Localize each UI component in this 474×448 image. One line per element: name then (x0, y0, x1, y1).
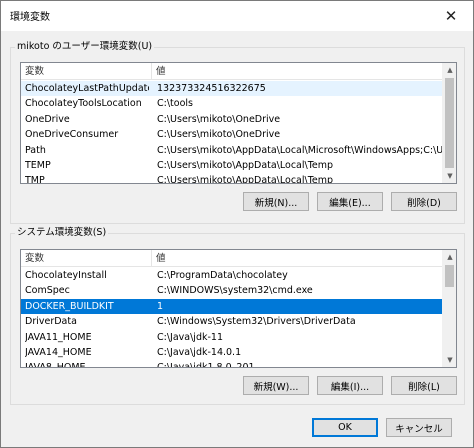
system-new-button[interactable]: 新規(W)... (243, 376, 309, 395)
scroll-up-icon[interactable]: ▲ (443, 63, 456, 77)
user-rows: ChocolateyLastPathUpdate 1323733245163226… (21, 81, 442, 184)
variable-value: 1 (157, 300, 164, 312)
table-row[interactable]: OneDrive C:\Users\mikoto\OneDrive (21, 112, 442, 127)
variable-name: OneDriveConsumer (25, 129, 119, 141)
table-row[interactable]: DOCKER_BUILDKIT 1 (21, 298, 442, 315)
system-delete-button[interactable]: 削除(L) (391, 376, 457, 395)
scrollbar-thumb[interactable] (445, 78, 454, 168)
table-row[interactable]: ComSpec C:\WINDOWS\system32\cmd.exe (21, 283, 442, 298)
vertical-scrollbar[interactable]: ▲ ▼ (442, 250, 456, 367)
variable-name: ChocolateyToolsLocation (25, 98, 142, 110)
variable-value: C:\WINDOWS\system32\cmd.exe (157, 285, 313, 297)
environment-variables-dialog: 環境変数 ✕ mikoto のユーザー環境変数(U) 変数 値 Chocolat… (0, 0, 474, 448)
variable-name: Path (25, 144, 46, 156)
variable-name: TMP (25, 175, 45, 184)
scroll-up-icon[interactable]: ▲ (443, 250, 456, 264)
table-row[interactable]: DriverData C:\Windows\System32\Drivers\Dr… (21, 314, 442, 329)
column-header-variable[interactable]: 変数 (21, 63, 152, 80)
variable-name: DOCKER_BUILDKIT (25, 300, 114, 312)
user-edit-button[interactable]: 編集(E)... (317, 192, 383, 211)
vertical-scrollbar[interactable]: ▲ ▼ (442, 63, 456, 183)
variable-name: JAVA11_HOME (25, 331, 92, 343)
variable-name: ComSpec (25, 285, 70, 297)
variable-value: C:\ProgramData\chocolatey (157, 270, 288, 281)
variable-name: OneDrive (25, 113, 70, 125)
table-row[interactable]: JAVA8_HOME C:\Java\jdk1.8.0_201 (21, 360, 442, 368)
variable-name: JAVA14_HOME (25, 346, 92, 358)
table-row[interactable]: TEMP C:\Users\mikoto\AppData\Local\Temp (21, 158, 442, 173)
variable-name: TEMP (25, 159, 51, 171)
system-edit-button[interactable]: 編集(I)... (317, 376, 383, 395)
column-header-value[interactable]: 値 (152, 250, 442, 267)
variable-value: C:\Users\mikoto\OneDrive (157, 129, 281, 141)
table-row[interactable]: TMP C:\Users\mikoto\AppData\Local\Temp (21, 173, 442, 184)
variable-value: C:\tools (157, 98, 193, 110)
variable-name: DriverData (25, 316, 77, 328)
variable-name: JAVA8_HOME (25, 362, 86, 368)
system-variables-label: システム環境変数(S) (15, 226, 109, 240)
title-bar[interactable]: 環境変数 ✕ (1, 1, 473, 31)
scroll-down-icon[interactable]: ▼ (443, 353, 456, 367)
table-row[interactable]: ChocolateyInstall C:\ProgramData\chocolat… (21, 268, 442, 283)
window-title: 環境変数 (10, 12, 50, 23)
table-row[interactable]: JAVA11_HOME C:\Java\jdk-11 (21, 330, 442, 345)
table-row[interactable]: Path C:\Users\mikoto\AppData\Local\Micros… (21, 143, 442, 158)
ok-button[interactable]: OK (312, 418, 378, 437)
table-row[interactable]: OneDriveConsumer C:\Users\mikoto\OneDrive (21, 127, 442, 142)
scrollbar-thumb[interactable] (445, 265, 454, 287)
list-header: 変数 値 (21, 250, 442, 267)
variable-value: C:\Java\jdk1.8.0_201 (157, 362, 255, 368)
table-row[interactable]: JAVA14_HOME C:\Java\jdk-14.0.1 (21, 345, 442, 360)
variable-value: C:\Java\jdk-11 (157, 331, 223, 343)
scroll-down-icon[interactable]: ▼ (443, 169, 456, 183)
table-row[interactable]: ChocolateyToolsLocation C:\tools (21, 96, 442, 111)
variable-value: C:\Users\mikoto\AppData\Local\Temp (157, 175, 334, 184)
variable-name: ChocolateyLastPathUpdate (25, 83, 149, 94)
variable-value: C:\Users\mikoto\OneDrive (157, 113, 281, 125)
variable-value: C:\Users\mikoto\AppData\Local\Microsoft\… (157, 144, 442, 156)
column-header-variable[interactable]: 変数 (21, 250, 152, 267)
user-delete-button[interactable]: 削除(D) (391, 192, 457, 211)
variable-name: ChocolateyInstall (25, 270, 107, 281)
close-icon[interactable]: ✕ (429, 1, 473, 31)
system-rows: ChocolateyInstall C:\ProgramData\chocolat… (21, 268, 442, 368)
table-row[interactable]: ChocolateyLastPathUpdate 1323733245163226… (21, 81, 442, 97)
column-header-value[interactable]: 値 (152, 63, 442, 80)
cancel-button[interactable]: キャンセル (386, 418, 452, 437)
user-variables-label: mikoto のユーザー環境変数(U) (15, 40, 155, 54)
user-variables-list[interactable]: 変数 値 ChocolateyLastPathUpdate 13237332451… (20, 62, 457, 184)
list-header: 変数 値 (21, 63, 442, 80)
variable-value: C:\Users\mikoto\AppData\Local\Temp (157, 159, 334, 171)
variable-value: 132373324516322675 (157, 83, 266, 94)
variable-value: C:\Java\jdk-14.0.1 (157, 346, 242, 358)
system-variables-list[interactable]: 変数 値 ChocolateyInstall C:\ProgramData\cho… (20, 249, 457, 368)
variable-value: C:\Windows\System32\Drivers\DriverData (157, 316, 356, 328)
user-new-button[interactable]: 新規(N)... (243, 192, 309, 211)
